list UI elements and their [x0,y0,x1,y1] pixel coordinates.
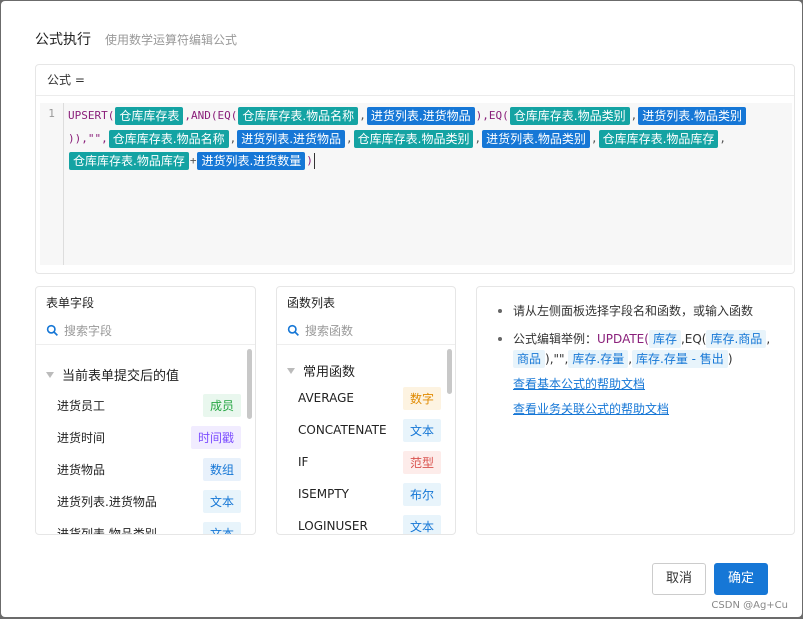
formula-text: ),EQ( [475,109,509,122]
formula-label: 公式 = [36,65,794,96]
function-item[interactable]: ISEMPTY 布尔 [277,478,441,510]
formula-text: UPSERT( [68,109,115,122]
formula-field-token[interactable]: 进货列表.物品类别 [638,107,747,125]
function-item[interactable]: AVERAGE 数字 [277,382,441,414]
type-badge: 数组 [202,457,241,481]
formula-editor-panel: 公式 = 1 UPSERT(仓库库存表 ,AND(EQ(仓库库存表.物品名称, 进货… [35,64,795,274]
formula-field-token[interactable]: 仓库库存表.物品名称 [238,107,359,125]
collapse-triangle-icon [287,367,295,374]
watermark: CSDN @Ag+Cu [711,600,788,611]
formula-editor[interactable]: 1 UPSERT(仓库库存表 ,AND(EQ(仓库库存表.物品名称, 进货列表.进货… [40,103,792,265]
field-item-name: 进货列表.进货物品 [57,494,157,509]
formula-punct: , [474,131,482,145]
formula-field-token[interactable]: 仓库库存表.物品名称 [108,129,229,148]
line-number: 1 [40,103,64,265]
type-badge: 成员 [202,393,241,417]
help-tip-example: 公式编辑举例：UPDATE(库存 ,EQ(库存.商品 ,商品),"", 库存.存量, 库… [491,329,784,369]
formula-punct: , [630,109,638,122]
type-badge: 文本 [202,521,241,534]
collapse-triangle-icon [46,371,54,378]
type-badge: 数字 [402,386,441,410]
field-search-input[interactable]: 搜索字段 [64,322,112,339]
formula-text: ) [306,154,313,167]
formula-field-token[interactable]: 仓库库存表.物品库存 [598,129,719,148]
functions-panel: 函数列表 搜索函数 常用函数 AVERAGE 数字 CONCATENATE 文本 IF 范… [276,286,456,535]
type-badge: 范型 [402,450,441,474]
divider [277,344,455,345]
formula-punct: , [229,131,237,145]
formula-field-token[interactable]: 仓库库存表.物品库存 [69,152,189,170]
field-group-current[interactable]: 当前表单提交后的值 [46,365,179,384]
formula-field-token[interactable]: 进货列表.进货物品 [237,129,346,148]
formula-punct: , [359,109,366,122]
field-item-name: 进货时间 [57,430,106,445]
field-group-label: 当前表单提交后的值 [62,369,180,384]
search-icon [287,324,299,336]
functions-scrollbar[interactable] [447,349,452,394]
search-icon [46,324,58,336]
function-item[interactable]: CONCATENATE 文本 [277,414,441,446]
dialog-header: 公式执行 使用数学运算符编辑公式 [35,29,237,51]
field-search[interactable]: 搜索字段 [46,322,112,339]
function-item-name: ISEMPTY [298,487,349,501]
function-item-name: CONCATENATE [298,423,387,437]
field-item[interactable]: 进货物品 数组 [36,453,241,485]
function-item[interactable]: IF 范型 [277,446,441,478]
function-item[interactable]: LOGINUSER 文本 [277,510,441,534]
fields-panel-title: 表单字段 [46,296,95,310]
formula-text: ,AND(EQ( [184,109,238,122]
text-cursor [313,153,315,169]
field-item-name: 进货员工 [57,398,106,413]
dialog-title: 公式执行 [35,32,91,48]
formula-dialog: 公式执行 使用数学运算符编辑公式 公式 = 1 UPSERT(仓库库存表 ,AND… [1,1,802,617]
function-group-label: 常用函数 [303,365,356,380]
function-item-name: IF [298,455,309,469]
divider [36,344,255,345]
business-formula-help-link[interactable]: 查看业务关联公式的帮助文档 [513,400,669,417]
function-item-name: LOGINUSER [298,519,368,533]
help-tip-select: 请从左侧面板选择字段名和函数，或输入函数 [491,301,784,321]
formula-field-token[interactable]: 进货列表.进货数量 [197,152,306,170]
function-item-name: AVERAGE [298,391,354,405]
formula-field-token[interactable]: 进货列表.进货物品 [366,107,475,125]
formula-text: )),"", [68,131,108,145]
dialog-subtitle: 使用数学运算符编辑公式 [105,33,238,47]
formula-punct: , [346,131,353,145]
cancel-button[interactable]: 取消 [652,563,706,595]
field-item-name: 进货列表.物品类别 [57,526,157,535]
field-item[interactable]: 进货员工 成员 [36,389,241,421]
formula-field-token[interactable]: 进货列表.物品类别 [482,129,590,148]
basic-formula-help-link[interactable]: 查看基本公式的帮助文档 [513,375,669,392]
fields-scrollbar[interactable] [247,349,252,419]
type-badge: 文本 [402,514,441,534]
formula-code[interactable]: UPSERT(仓库库存表 ,AND(EQ(仓库库存表.物品名称, 进货列表.进货物品… [68,105,786,173]
formula-punct: + [189,154,197,167]
field-item[interactable]: 进货列表.物品类别 文本 [36,517,241,535]
formula-field-token[interactable]: 仓库库存表.物品类别 [353,129,474,148]
type-badge: 时间戳 [190,425,241,449]
field-item-name: 进货物品 [57,462,106,477]
formula-field-token[interactable]: 仓库库存表.物品类别 [509,107,630,125]
formula-field-token[interactable]: 仓库库存表 [115,107,184,125]
help-panel: 请从左侧面板选择字段名和函数，或输入函数 公式编辑举例：UPDATE(库存 ,EQ… [476,286,795,535]
function-search-input[interactable]: 搜索函数 [305,322,353,339]
type-badge: 文本 [202,489,241,513]
field-item[interactable]: 进货时间 时间戳 [36,421,241,453]
fields-panel: 表单字段 搜索字段 当前表单提交后的值 进货员工 成员 进货时间 时间戳 进货物品 数组进… [35,286,256,535]
function-group-common[interactable]: 常用函数 [287,361,355,380]
function-search[interactable]: 搜索函数 [287,322,353,339]
formula-punct: , [590,131,598,145]
field-item[interactable]: 进货列表.进货物品 文本 [36,485,241,517]
type-badge: 布尔 [402,482,441,506]
formula-punct: , [719,131,727,145]
confirm-button[interactable]: 确定 [714,563,768,595]
type-badge: 文本 [402,418,441,442]
functions-panel-title: 函数列表 [287,296,336,310]
